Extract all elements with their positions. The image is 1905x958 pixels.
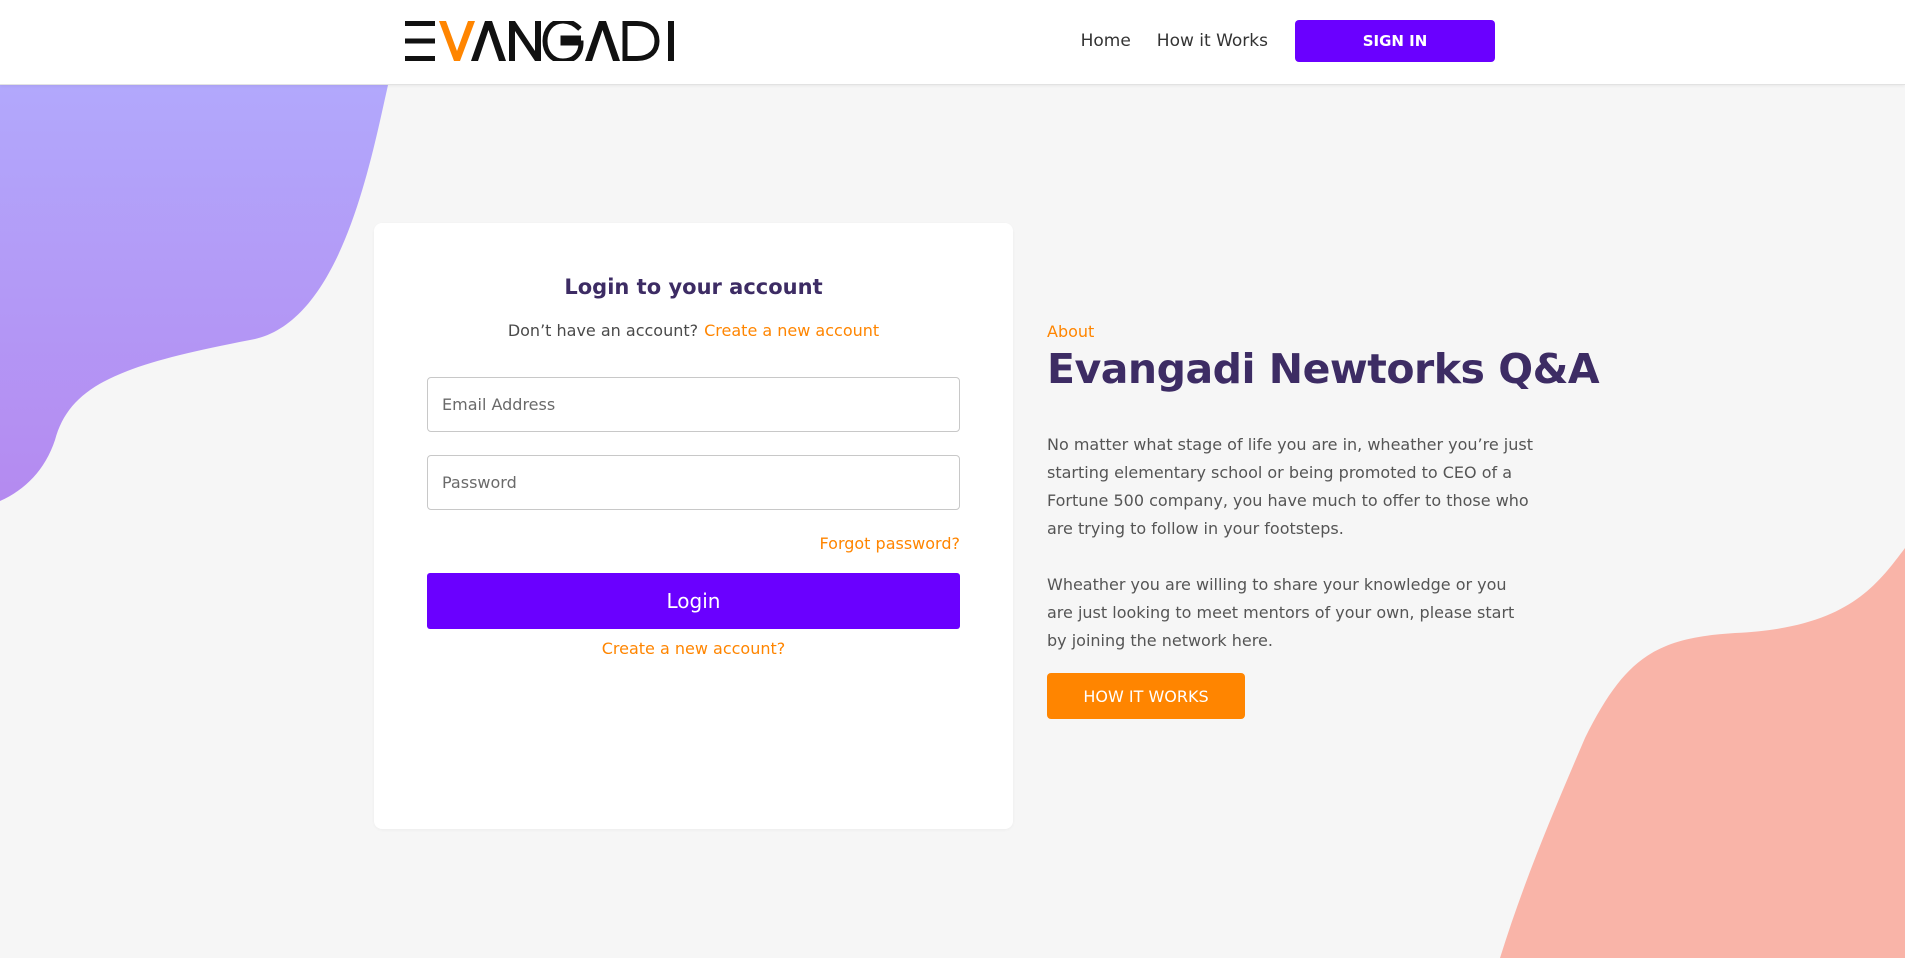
sign-in-button[interactable]: SIGN IN [1295, 20, 1495, 62]
about-paragraph-2: Wheather you are willing to share your k… [1047, 575, 1515, 650]
email-field[interactable] [427, 377, 960, 432]
about-paragraph-1: No matter what stage of life you are in,… [1047, 435, 1533, 538]
main-nav: Home How it Works SIGN IN [1081, 20, 1495, 62]
login-title: Login to your account [564, 275, 823, 299]
password-field[interactable] [427, 455, 960, 510]
login-card: Login to your account Don’t have an acco… [374, 223, 1013, 829]
evangadi-logo[interactable] [405, 18, 681, 64]
nav-home-link[interactable]: Home [1081, 31, 1131, 51]
decorative-blob-right [1500, 548, 1905, 958]
forgot-password-link[interactable]: Forgot password? [820, 534, 960, 553]
no-account-text: Don’t have an account? [507, 321, 699, 340]
how-it-works-button[interactable]: HOW IT WORKS [1047, 673, 1245, 719]
decorative-blob-left [0, 85, 388, 501]
logo-wordmark [405, 21, 674, 61]
create-account-link[interactable]: Create a new account [704, 321, 879, 340]
about-title: Evangadi Newtorks Q&A [1047, 345, 1600, 393]
no-account-row: Don’t have an account? Create a new accou… [374, 321, 1013, 340]
create-account-bottom-link[interactable]: Create a new account? [374, 639, 1013, 658]
nav-how-it-works-link[interactable]: How it Works [1157, 31, 1268, 51]
about-section: About Evangadi Newtorks Q&A No matter wh… [1047, 322, 1600, 719]
login-button[interactable]: Login [427, 573, 960, 629]
about-label: About [1047, 322, 1095, 341]
top-navbar: Home How it Works SIGN IN [0, 0, 1905, 85]
